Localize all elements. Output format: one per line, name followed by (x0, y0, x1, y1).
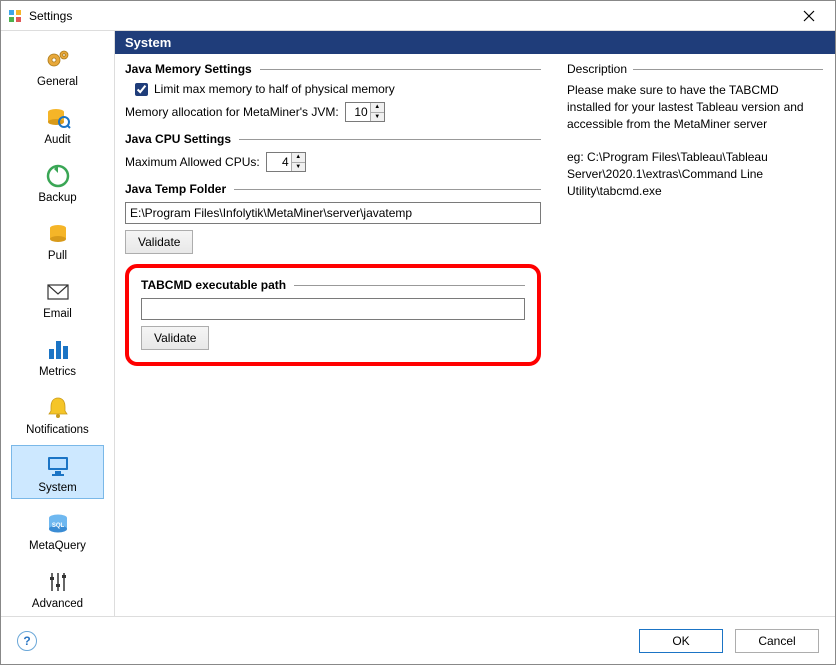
spin-down-icon[interactable]: ▼ (371, 113, 384, 122)
cancel-button[interactable]: Cancel (735, 629, 819, 653)
titlebar: Settings (1, 1, 835, 31)
validate-temp-button[interactable]: Validate (125, 230, 193, 254)
envelope-icon (41, 278, 75, 306)
description-panel: Description Please make sure to have the… (555, 54, 835, 616)
divider (633, 69, 823, 70)
sliders-icon (41, 568, 75, 596)
tabcmd-path-input[interactable] (141, 298, 525, 320)
alloc-stepper[interactable]: ▲▼ (345, 102, 385, 122)
bar-chart-icon (41, 336, 75, 364)
monitor-icon (41, 452, 75, 480)
validate-tabcmd-button[interactable]: Validate (141, 326, 209, 350)
sidebar-item-label: Advanced (32, 598, 83, 610)
cpu-stepper[interactable]: ▲▼ (266, 152, 306, 172)
group-title: Java CPU Settings (125, 132, 231, 146)
sidebar-item-label: Notifications (26, 424, 89, 436)
bell-icon (41, 394, 75, 422)
divider (234, 189, 541, 190)
sidebar-item-backup[interactable]: Backup (11, 155, 104, 209)
main-panel: System Java Memory Settings Limit max me… (115, 31, 835, 616)
description-text: Please make sure to have the TABCMD inst… (567, 82, 823, 200)
svg-text:SQL: SQL (51, 523, 64, 529)
database-icon (41, 220, 75, 248)
backup-icon (41, 162, 75, 190)
spin-up-icon[interactable]: ▲ (292, 153, 305, 163)
sidebar-item-label: Audit (44, 134, 70, 146)
sidebar-item-audit[interactable]: Audit (11, 97, 104, 151)
alloc-value[interactable] (346, 104, 370, 120)
sidebar-item-label: Email (43, 308, 72, 320)
group-title: Java Temp Folder (125, 182, 226, 196)
gears-icon (41, 46, 75, 74)
close-button[interactable] (789, 2, 829, 30)
cpu-value[interactable] (267, 154, 291, 170)
spinner[interactable]: ▲▼ (291, 153, 305, 171)
sidebar-item-metaquery[interactable]: SQL MetaQuery (11, 503, 104, 557)
temp-path-input[interactable] (125, 202, 541, 224)
app-icon (7, 8, 23, 24)
settings-window: Settings General Audit (0, 0, 836, 665)
spin-down-icon[interactable]: ▼ (292, 163, 305, 172)
sql-icon: SQL (41, 510, 75, 538)
sidebar-item-notifications[interactable]: Notifications (11, 387, 104, 441)
sidebar-item-label: MetaQuery (29, 540, 86, 552)
spin-up-icon[interactable]: ▲ (371, 103, 384, 113)
sidebar-item-label: System (38, 482, 76, 494)
help-button[interactable]: ? (17, 631, 37, 651)
cpu-max-label: Maximum Allowed CPUs: (125, 155, 260, 169)
audit-icon (41, 104, 75, 132)
sidebar-item-label: General (37, 76, 78, 88)
divider (294, 285, 525, 286)
divider (260, 69, 541, 70)
sidebar-item-email[interactable]: Email (11, 271, 104, 325)
sidebar-item-general[interactable]: General (11, 39, 104, 93)
group-title: Java Memory Settings (125, 62, 252, 76)
sidebar-item-label: Backup (38, 192, 76, 204)
sidebar-item-label: Metrics (39, 366, 76, 378)
limit-memory-label: Limit max memory to half of physical mem… (154, 82, 395, 96)
sidebar-item-metrics[interactable]: Metrics (11, 329, 104, 383)
dialog-footer: ? OK Cancel (1, 616, 835, 664)
panel-header: System (115, 31, 835, 54)
sidebar-item-system[interactable]: System (11, 445, 104, 499)
group-cpu: Java CPU Settings Maximum Allowed CPUs: … (125, 132, 541, 172)
alloc-label: Memory allocation for MetaMiner's JVM: (125, 105, 339, 119)
ok-button[interactable]: OK (639, 629, 723, 653)
tabcmd-highlight: TABCMD executable path Validate (125, 264, 541, 366)
limit-memory-checkbox[interactable] (135, 83, 148, 96)
sidebar-item-advanced[interactable]: Advanced (11, 561, 104, 615)
description-title: Description (567, 62, 627, 76)
group-tabcmd: TABCMD executable path Validate (141, 278, 525, 350)
window-body: General Audit Backup Pull (1, 31, 835, 616)
divider (239, 139, 541, 140)
sidebar: General Audit Backup Pull (1, 31, 115, 616)
close-icon (803, 10, 815, 22)
window-title: Settings (29, 9, 72, 23)
sidebar-item-pull[interactable]: Pull (11, 213, 104, 267)
group-temp: Java Temp Folder Validate (125, 182, 541, 254)
help-icon: ? (23, 634, 30, 648)
description-para2: eg: C:\Program Files\Tableau\Tableau Ser… (567, 149, 823, 199)
group-memory: Java Memory Settings Limit max memory to… (125, 62, 541, 122)
form-area: Java Memory Settings Limit max memory to… (115, 54, 555, 616)
description-para1: Please make sure to have the TABCMD inst… (567, 82, 823, 132)
spinner[interactable]: ▲▼ (370, 103, 384, 121)
group-title: TABCMD executable path (141, 278, 286, 292)
sidebar-item-label: Pull (48, 250, 67, 262)
